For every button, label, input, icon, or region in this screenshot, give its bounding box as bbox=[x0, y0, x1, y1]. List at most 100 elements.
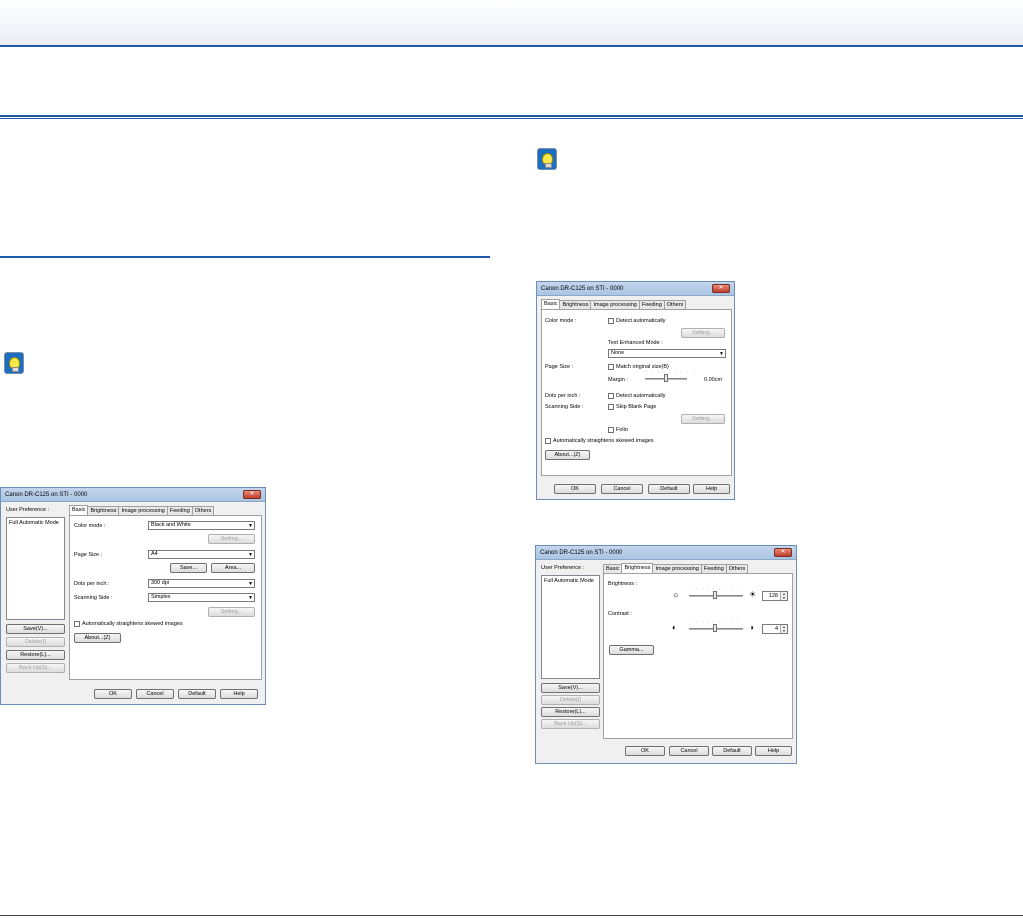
close-icon[interactable]: ✕ bbox=[712, 284, 730, 293]
color-mode-label: Color mode : bbox=[74, 523, 106, 529]
tab-feeding[interactable]: Feeding bbox=[638, 300, 665, 309]
detect-auto-label: Detect automatically bbox=[616, 318, 666, 324]
ok-button[interactable]: OK bbox=[554, 484, 596, 494]
straighten-label: Automatically straightens skewed images bbox=[553, 438, 654, 444]
cancel-button[interactable]: Cancel bbox=[669, 746, 709, 756]
dpi-select[interactable]: 300 dpi ▼ bbox=[148, 579, 255, 588]
slider-ticks: ' ' ' ' ' ' ' ' ' bbox=[646, 370, 696, 375]
contrast-low-icon: ◐ bbox=[672, 623, 677, 632]
tab-image-processing[interactable]: Image processing bbox=[590, 300, 640, 309]
close-icon[interactable]: ✕ bbox=[774, 548, 792, 557]
tab-image-processing[interactable]: Image processing bbox=[652, 564, 702, 573]
tab-basic[interactable]: Basic bbox=[541, 299, 561, 309]
brightness-label: Brightness : bbox=[608, 581, 638, 587]
tab-feeding[interactable]: Feeding bbox=[166, 506, 193, 515]
restore-preference-button[interactable]: Restore(L)... bbox=[6, 650, 65, 660]
user-preference-list[interactable]: Full Automatic Mode bbox=[541, 575, 600, 679]
user-preference-list[interactable]: Full Automatic Mode bbox=[6, 517, 65, 620]
chevron-down-icon: ▼ bbox=[248, 595, 253, 601]
margin-value: 0.00cm bbox=[704, 377, 723, 383]
side-setting-button[interactable]: Setting... bbox=[208, 607, 255, 617]
dpi-label: Dots per inch : bbox=[74, 581, 110, 587]
dialog-title: Canon DR-C125 on STI - 0000 bbox=[540, 550, 623, 556]
straighten-checkbox[interactable] bbox=[74, 621, 80, 627]
tab-others[interactable]: Others bbox=[191, 506, 215, 515]
page-size-select[interactable]: A4 ▼ bbox=[148, 550, 255, 559]
skip-blank-checkbox[interactable] bbox=[608, 404, 614, 410]
tab-image-processing[interactable]: Image processing bbox=[118, 506, 168, 515]
help-button[interactable]: Help bbox=[755, 746, 792, 756]
backup-preference-button[interactable]: Back Up(S)... bbox=[541, 719, 600, 729]
tab-brightness[interactable]: Brightness bbox=[621, 563, 654, 573]
brightness-spin[interactable]: 128 ▲ ▼ bbox=[762, 591, 788, 601]
color-mode-select[interactable]: Black and White ▼ bbox=[148, 521, 255, 530]
default-button[interactable]: Default bbox=[648, 484, 690, 494]
match-original-checkbox[interactable] bbox=[608, 364, 614, 370]
cancel-button[interactable]: Cancel bbox=[136, 689, 174, 699]
page-save-button[interactable]: Save... bbox=[170, 563, 207, 573]
color-mode-label: Color mode : bbox=[545, 318, 577, 324]
chevron-down-icon: ▼ bbox=[719, 351, 724, 357]
tab-others[interactable]: Others bbox=[663, 300, 687, 309]
detect-auto-checkbox[interactable] bbox=[608, 318, 614, 324]
help-button[interactable]: Help bbox=[220, 689, 258, 699]
about-button[interactable]: About...(Z) bbox=[74, 633, 121, 643]
spin-arrows-icon[interactable]: ▲ ▼ bbox=[780, 625, 787, 633]
gamma-button[interactable]: Gamma... bbox=[609, 645, 654, 655]
tab-strip: Basic Brightness Image processing Feedin… bbox=[541, 299, 687, 309]
brightness-tab-panel: Brightness : ☼ ' ' ' ' ' ' ' ' ' ☀ 128 ▲ ▼… bbox=[603, 573, 793, 739]
contrast-high-icon: ◑ bbox=[749, 623, 754, 632]
color-setting-button[interactable]: Setting... bbox=[681, 328, 725, 338]
delete-preference-button[interactable]: Delete(I) bbox=[541, 695, 600, 705]
list-item[interactable]: Full Automatic Mode bbox=[9, 520, 59, 526]
dpi-detect-checkbox[interactable] bbox=[608, 393, 614, 399]
default-button[interactable]: Default bbox=[712, 746, 752, 756]
tab-brightness[interactable]: Brightness bbox=[559, 300, 592, 309]
save-preference-button[interactable]: Save(V)... bbox=[541, 683, 600, 693]
ok-button[interactable]: OK bbox=[94, 689, 132, 699]
scanning-side-select[interactable]: Simplex ▼ bbox=[148, 593, 255, 602]
delete-preference-button[interactable]: Delete(I) bbox=[6, 637, 65, 647]
cancel-button[interactable]: Cancel bbox=[601, 484, 643, 494]
scanning-side-value: Simplex bbox=[151, 594, 171, 600]
tab-others[interactable]: Others bbox=[725, 564, 749, 573]
page-area-button[interactable]: Area... bbox=[211, 563, 255, 573]
about-button[interactable]: About...(Z) bbox=[545, 450, 590, 460]
tab-basic[interactable]: Basic bbox=[603, 564, 623, 573]
straighten-checkbox[interactable] bbox=[545, 438, 551, 444]
contrast-slider-thumb[interactable] bbox=[713, 624, 717, 632]
default-button[interactable]: Default bbox=[178, 689, 216, 699]
ok-button[interactable]: OK bbox=[625, 746, 665, 756]
close-icon[interactable]: ✕ bbox=[243, 490, 261, 499]
brightness-slider-thumb[interactable] bbox=[713, 591, 717, 599]
tab-basic[interactable]: Basic bbox=[69, 505, 89, 515]
save-preference-button[interactable]: Save(V)... bbox=[6, 624, 65, 634]
hint-icon bbox=[4, 352, 24, 374]
side-setting-button[interactable]: Setting... bbox=[681, 414, 725, 424]
footer-rule bbox=[0, 915, 1023, 916]
contrast-spin[interactable]: 4 ▲ ▼ bbox=[762, 624, 788, 634]
section-rule bbox=[0, 115, 1023, 119]
list-item[interactable]: Full Automatic Mode bbox=[544, 578, 594, 584]
restore-preference-button[interactable]: Restore(L)... bbox=[541, 707, 600, 717]
text-enhanced-select[interactable]: None ▼ bbox=[608, 349, 726, 358]
dpi-detect-label: Detect automatically bbox=[616, 393, 666, 399]
dialog-title-bar: Canon DR-C125 on STI - 0000 ✕ bbox=[536, 546, 796, 560]
dpi-value: 300 dpi bbox=[151, 580, 170, 586]
folio-checkbox[interactable] bbox=[608, 427, 614, 433]
tab-feeding[interactable]: Feeding bbox=[700, 564, 727, 573]
color-setting-button[interactable]: Setting... bbox=[208, 534, 255, 544]
skip-blank-label: Skip Blank Page bbox=[616, 404, 657, 410]
margin-slider-thumb[interactable] bbox=[664, 374, 668, 382]
sun-dim-icon: ☼ bbox=[672, 590, 680, 599]
backup-preference-button[interactable]: Back Up(S)... bbox=[6, 663, 65, 673]
help-button[interactable]: Help bbox=[693, 484, 730, 494]
page-size-label: Page Size : bbox=[545, 364, 574, 370]
page-size-value: A4 bbox=[151, 551, 158, 557]
page-header-band bbox=[0, 0, 1023, 46]
spin-arrows-icon[interactable]: ▲ ▼ bbox=[780, 592, 787, 600]
brightness-value: 128 bbox=[768, 593, 778, 599]
dialog-title-bar: Canon DR-C125 on STI - 0000 ✕ bbox=[537, 282, 734, 296]
color-mode-value: Black and White bbox=[151, 522, 191, 528]
tab-brightness[interactable]: Brightness bbox=[87, 506, 120, 515]
